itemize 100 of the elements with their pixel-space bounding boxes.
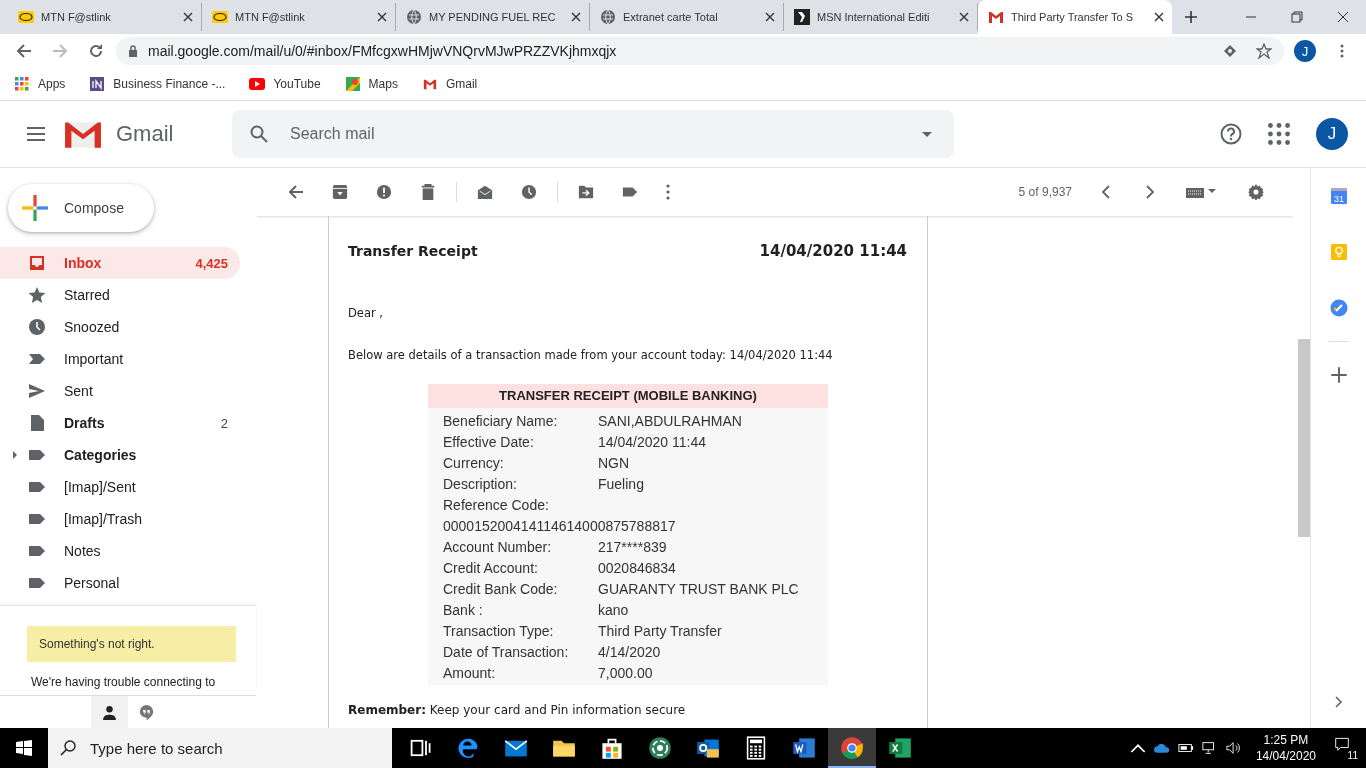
taskbar-app[interactable] [828, 728, 876, 768]
dropdown-caret-icon[interactable] [922, 131, 932, 137]
map-pin-icon [344, 77, 361, 91]
speech-bubble-icon [1334, 737, 1350, 751]
folder-item[interactable]: Personal [0, 567, 240, 599]
folder-item[interactable]: Sent [0, 375, 240, 407]
compose-button[interactable]: Compose [8, 184, 154, 232]
speaker-icon[interactable] [1225, 741, 1242, 755]
globe-icon [600, 9, 616, 25]
calculator-icon [744, 736, 768, 760]
lock-icon [128, 45, 138, 57]
folder-item[interactable]: Categories [0, 439, 240, 471]
receipt-label: Effective Date: [443, 433, 535, 450]
receipt-label: Credit Account: [443, 559, 539, 576]
receipt-label: Bank : [443, 601, 484, 618]
chevron-right-icon[interactable] [1334, 696, 1343, 708]
url-text: mail.google.com/mail/u/0/#inbox/FMfcgxwHMjwVNQrvMJwPRZZVKjhmxqjx [148, 43, 618, 59]
document-icon [28, 414, 46, 432]
folder-item[interactable]: Drafts 2 [0, 407, 240, 439]
mtn-logo-icon [212, 9, 228, 25]
bookmark[interactable]: YouTube [249, 77, 321, 91]
account-avatar[interactable]: J [1316, 118, 1348, 150]
calendar-icon[interactable]: 31 [1329, 187, 1348, 205]
inbox-icon [28, 254, 46, 272]
apps-grid-icon[interactable] [1268, 123, 1290, 145]
taskbar-search-bar[interactable]: Type here to search [48, 728, 392, 768]
close-icon[interactable] [959, 12, 969, 22]
browser-tab[interactable]: MTN F@stlink [202, 3, 396, 31]
search-field[interactable]: Search mail [288, 124, 922, 144]
receipt-label: 000015200414114614000875788817 [443, 517, 676, 534]
play-icon [249, 77, 266, 91]
cloud-icon[interactable] [1153, 741, 1170, 755]
notification-center-button[interactable]: 11 [1334, 737, 1356, 759]
spreadsheet-icon [888, 736, 912, 760]
bookmark[interactable]: Gmail [421, 77, 478, 91]
keyboard-icon[interactable] [1186, 186, 1218, 198]
close-icon[interactable] [571, 12, 581, 22]
help-icon[interactable] [1220, 123, 1242, 145]
receipt-value: kano [598, 601, 629, 618]
close-icon[interactable] [765, 12, 775, 22]
word-document-icon [792, 736, 816, 760]
receipt-label: Credit Bank Code: [443, 580, 559, 597]
browser-tab[interactable]: Extranet carte Total [590, 3, 784, 31]
bookmark[interactable]: Business Finance -... [89, 77, 226, 91]
folder-item[interactable]: Notes [0, 535, 240, 567]
battery-icon[interactable] [1177, 741, 1194, 755]
receipt-label: Amount: [443, 664, 497, 681]
message-counter: 5 of 9,937 [1018, 185, 1072, 199]
close-icon[interactable] [377, 12, 387, 22]
receipt-value: Third Party Transfer [598, 622, 722, 639]
receipt-value: NGN [598, 454, 630, 471]
plus-icon [22, 195, 48, 221]
folder-item[interactable]: Inbox 4,425 [0, 247, 240, 279]
extension-icon[interactable] [1222, 43, 1238, 59]
intro-text: Below are details of a transaction made from your account today: 14/04/2020 11:44 [348, 348, 834, 362]
receipt-value: SANI,ABDULRAHMAN [598, 412, 742, 429]
receipt-title: TRANSFER RECEIPT (MOBILE BANKING) [428, 384, 828, 408]
gmail-logo-icon [988, 9, 1004, 25]
receipt-label: Date of Transaction: [443, 643, 570, 660]
mtn-logo-icon [18, 9, 34, 25]
close-icon[interactable] [1154, 12, 1164, 22]
folder-item[interactable]: [Imap]/Sent [0, 471, 240, 503]
receipt-label: Reference Code: [443, 496, 550, 513]
flag-icon [794, 9, 810, 25]
folder-item[interactable]: Starred [0, 279, 240, 311]
browser-tab[interactable]: MTN F@stlink [8, 3, 202, 31]
browser-tab[interactable]: MSN International Editi [784, 3, 978, 31]
add-icon[interactable] [1329, 366, 1348, 384]
search-bar[interactable]: Search mail [232, 110, 954, 158]
checkmark-circle-icon[interactable] [1329, 299, 1348, 317]
profile-avatar[interactable]: J [1294, 40, 1316, 62]
receipt-value: 0020846834 [598, 559, 676, 576]
bookmark[interactable]: Apps [14, 77, 66, 91]
scrollbar-thumb[interactable] [1298, 339, 1310, 537]
gmail-logo-icon [421, 77, 438, 91]
address-bar[interactable]: mail.google.com/mail/u/0/#inbox/FMfcgxwHMjwVNQrvMJwPRZZVKjhmxqjx [116, 37, 1284, 65]
new-tab-icon[interactable] [1184, 10, 1198, 24]
taskbar-search-field[interactable]: Type here to search [88, 738, 392, 758]
browser-e-icon [456, 736, 480, 760]
close-icon[interactable] [183, 12, 193, 22]
folder-item[interactable]: Important [0, 343, 240, 375]
contacts-tab[interactable] [91, 696, 128, 728]
taskbar-clock[interactable]: 1:25 PM 14/04/2020 [1255, 732, 1316, 764]
warning-banner: Something's not right. [27, 626, 236, 662]
browser-tab[interactable]: MY PENDING FUEL REC [396, 3, 590, 31]
receipt-label: Transaction Type: [443, 622, 555, 639]
star-icon[interactable] [1256, 43, 1272, 59]
clock-icon [28, 318, 46, 336]
chrome-browser-icon [840, 736, 864, 760]
receipt-label: Account Number: [443, 538, 553, 555]
folder-item[interactable]: Snoozed [0, 311, 240, 343]
menu-icon[interactable] [27, 127, 45, 141]
browser-tab[interactable]: Third Party Transfer To S [978, 0, 1172, 34]
search-icon [250, 125, 268, 143]
search-icon [60, 740, 76, 756]
shopping-bag-icon [600, 736, 624, 760]
bookmark[interactable]: Maps [344, 77, 398, 91]
expand-arrow-icon[interactable] [13, 451, 17, 459]
receipt-value: 7,000.00 [598, 664, 653, 681]
folder-item[interactable]: [Imap]/Trash [0, 503, 240, 535]
